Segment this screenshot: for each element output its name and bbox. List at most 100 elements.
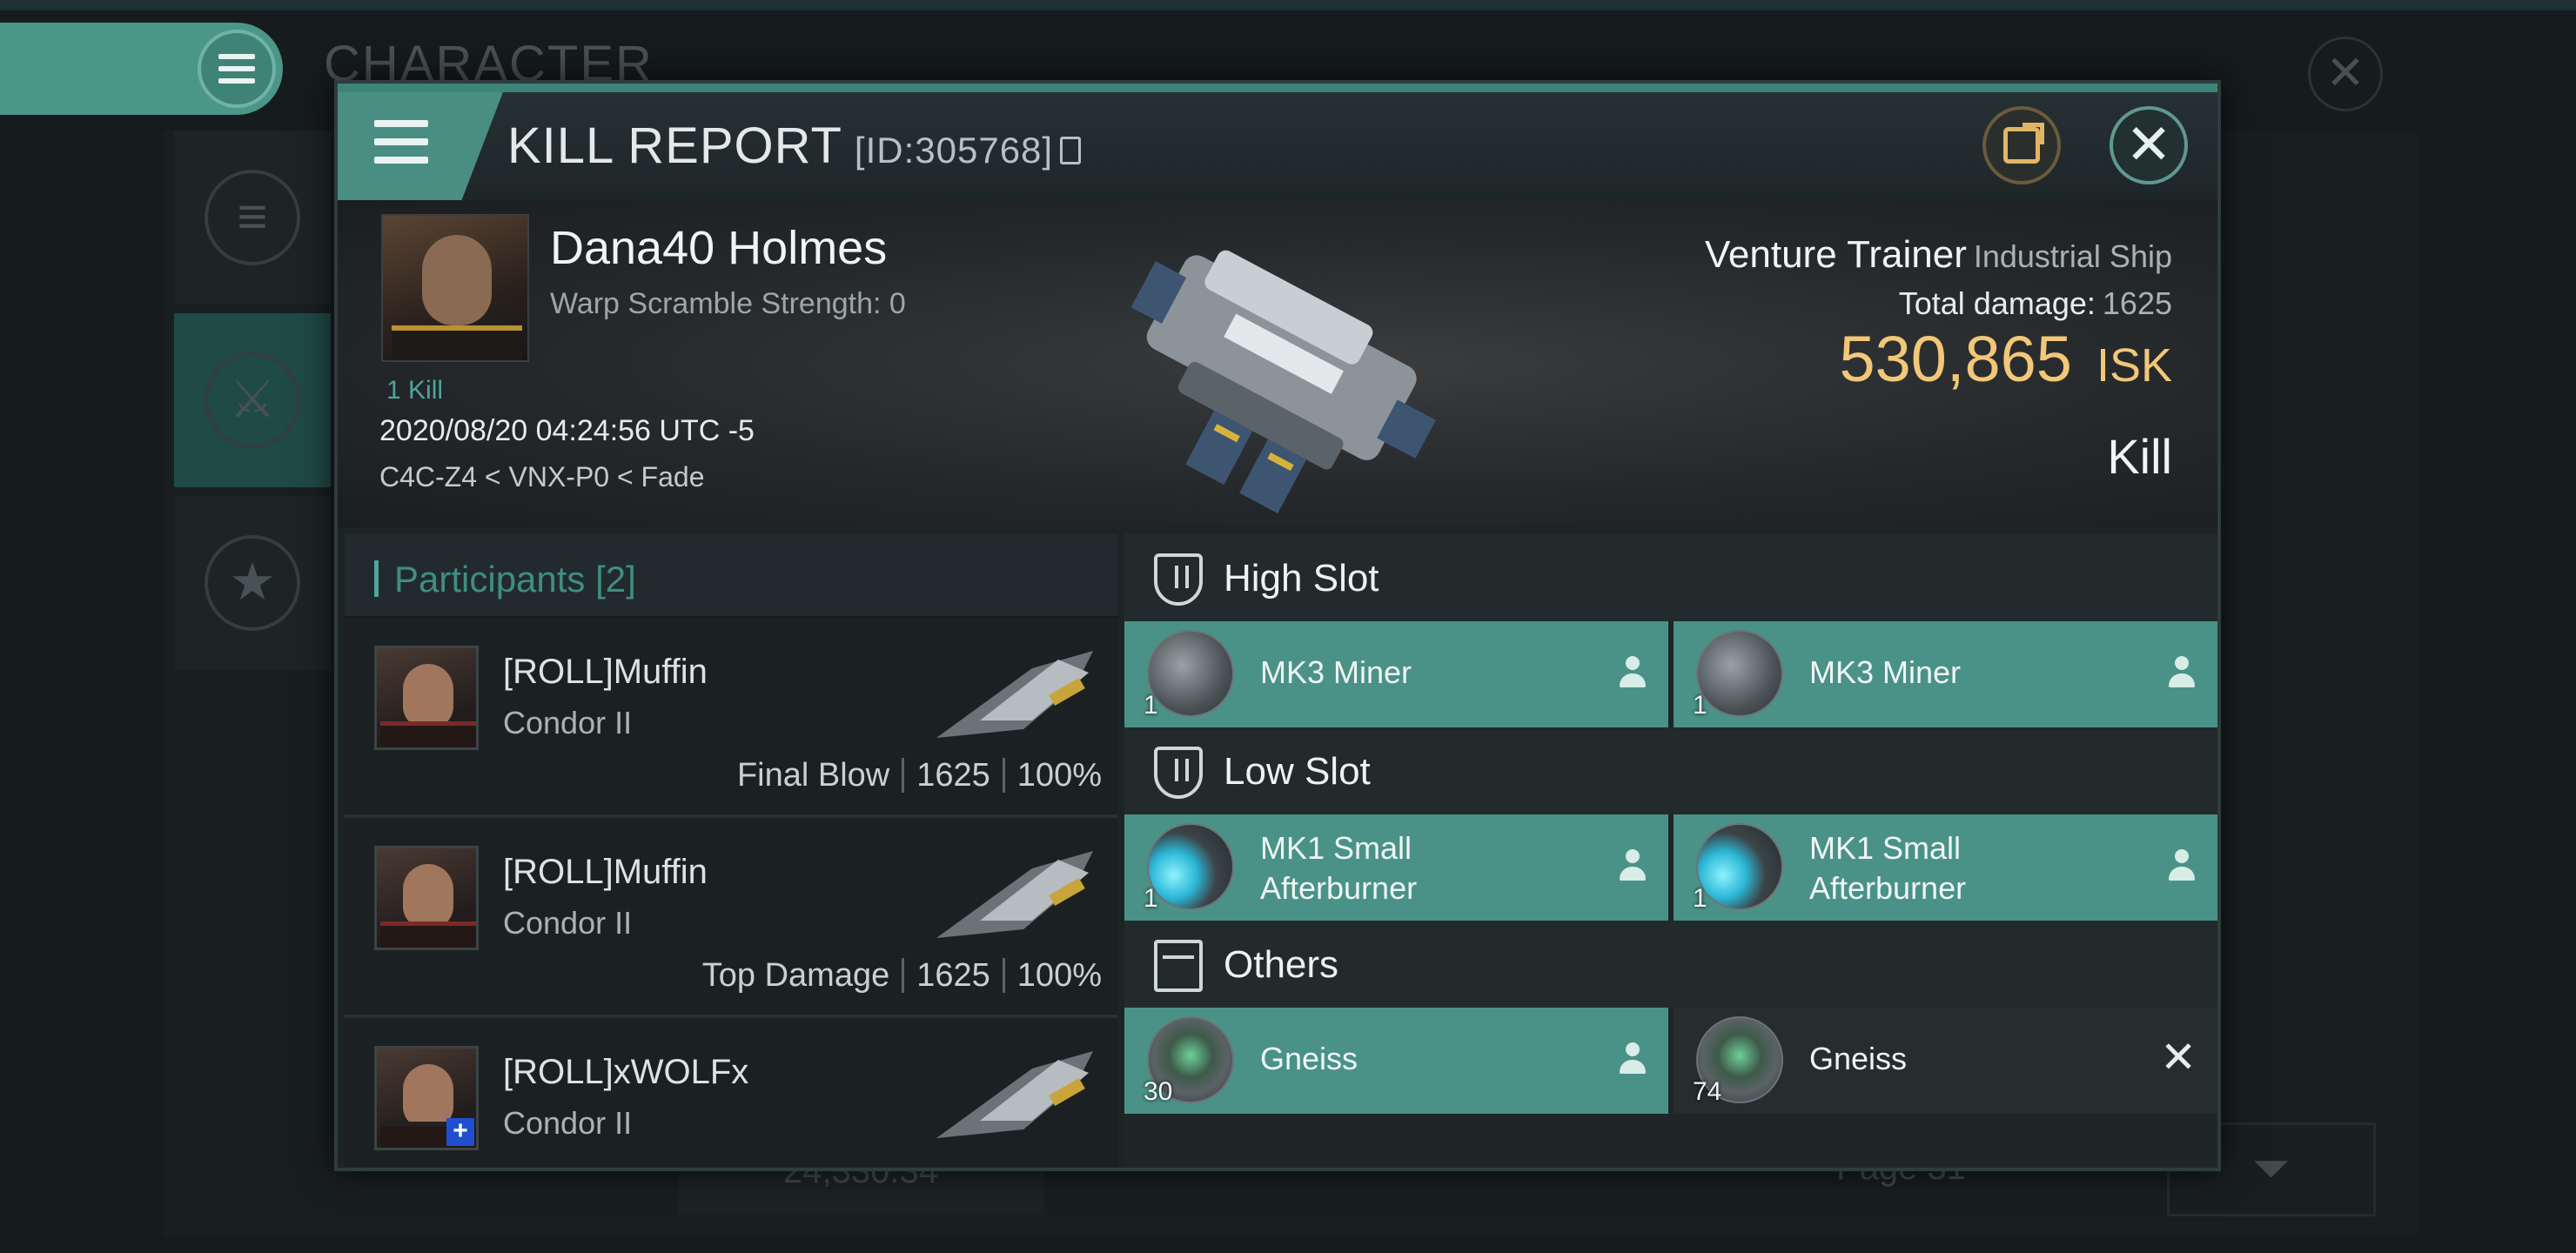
item-name: Gneiss bbox=[1260, 1041, 1358, 1076]
nav-item-list[interactable]: ≡ bbox=[174, 131, 331, 305]
star-icon: ★ bbox=[205, 535, 300, 631]
modal-title-text: KILL REPORT bbox=[507, 117, 842, 174]
hamburger-icon bbox=[374, 120, 428, 164]
low-slot-icon bbox=[1154, 747, 1203, 799]
participant-role: Final Blow bbox=[736, 757, 890, 794]
victim-name: Dana40 Holmes bbox=[550, 222, 888, 274]
participant-ship: Condor II bbox=[503, 705, 633, 740]
victim-banner: Dana40 Holmes Warp Scramble Strength: 0 … bbox=[338, 200, 2217, 527]
top-line bbox=[0, 0, 2576, 10]
participant-name: [ROLL]xWOLFx bbox=[503, 1053, 749, 1091]
fitted-item[interactable]: 1 MK3 Miner bbox=[1124, 621, 1668, 727]
item-quantity: 1 bbox=[1693, 884, 1707, 913]
ship-class: Industrial Ship bbox=[1973, 238, 2172, 274]
participant-row[interactable]: [ROLL]Muffin Condor II Top Damage 1625 100… bbox=[345, 818, 1117, 1018]
person-icon bbox=[1618, 656, 1647, 691]
fitting-panel: High Slot 1 MK3 Miner 1 MK3 Miner Low Sl… bbox=[1124, 534, 2217, 1168]
destroyed-x-icon: ✕ bbox=[2160, 1033, 2197, 1082]
participant-name: [ROLL]Muffin bbox=[503, 653, 708, 691]
nav-item-combat[interactable]: ⚔ bbox=[174, 313, 331, 487]
copy-icon[interactable] bbox=[1060, 137, 1082, 164]
participant-ship: Condor II bbox=[503, 1105, 633, 1141]
close-button[interactable]: ✕ bbox=[2110, 106, 2188, 184]
background-nav: ≡ ⚔ ★ bbox=[174, 131, 331, 679]
hamburger-icon bbox=[218, 54, 255, 84]
list-icon: ≡ bbox=[205, 170, 300, 265]
afterburner-icon bbox=[1147, 823, 1234, 910]
warp-scramble-strength: Warp Scramble Strength: 0 bbox=[550, 287, 906, 320]
participant-percent: 100% bbox=[1016, 757, 1102, 794]
isk-amount: 530,865 bbox=[1839, 323, 2072, 395]
total-damage-value: 1625 bbox=[2102, 285, 2172, 321]
victim-avatar[interactable] bbox=[381, 214, 529, 362]
participant-row[interactable]: [ROLL]Muffin Condor II Final Blow 1625 100… bbox=[345, 618, 1117, 818]
victim-kill-count: 1 Kill bbox=[386, 376, 444, 405]
nav-item-rank[interactable]: ★ bbox=[174, 496, 331, 670]
share-button[interactable] bbox=[1982, 106, 2061, 184]
crossed-swords-icon: ⚔ bbox=[205, 352, 300, 448]
afterburner-icon bbox=[1696, 823, 1783, 910]
participant-avatar[interactable] bbox=[374, 846, 479, 950]
low-slot-header: Low Slot bbox=[1124, 727, 2217, 814]
fitted-item[interactable]: 1 MK1 Small Afterburner bbox=[1124, 814, 1668, 921]
participant-avatar[interactable]: + bbox=[374, 1046, 479, 1150]
cargo-item[interactable]: 30 Gneiss bbox=[1124, 1008, 1668, 1114]
item-name: MK1 Small Afterburner bbox=[1809, 830, 1967, 906]
participant-row[interactable]: + [ROLL]xWOLFx Condor II bbox=[345, 1018, 1117, 1168]
high-slot-label: High Slot bbox=[1224, 557, 1379, 600]
person-icon bbox=[2167, 656, 2197, 691]
item-quantity: 1 bbox=[1693, 691, 1707, 720]
participants-panel: Participants [2] [ROLL]Muffin Condor II … bbox=[345, 534, 1117, 1168]
high-slot-row: 1 MK3 Miner 1 MK3 Miner bbox=[1124, 621, 2217, 727]
report-id: [ID:305768] bbox=[854, 130, 1054, 171]
victim-ship-name: Venture Trainer Industrial Ship bbox=[1705, 233, 2172, 277]
high-slot-header: High Slot bbox=[1124, 534, 2217, 621]
fitted-item[interactable]: 1 MK3 Miner bbox=[1674, 621, 2217, 727]
participants-header: Participants [2] bbox=[345, 534, 1117, 618]
modal-header: KILL REPORT [ID:305768] ✕ bbox=[338, 84, 2217, 200]
isk-unit: ISK bbox=[2096, 339, 2172, 392]
add-contact-icon[interactable]: + bbox=[446, 1118, 474, 1146]
total-damage-label: Total damage: bbox=[1898, 285, 2096, 321]
victim-ship-image bbox=[1130, 250, 1436, 513]
high-slot-icon bbox=[1154, 553, 1203, 606]
participant-ship-image bbox=[936, 1051, 1093, 1138]
low-slot-row: 1 MK1 Small Afterburner 1 MK1 Small Afte… bbox=[1124, 814, 2217, 921]
others-label: Others bbox=[1224, 943, 1339, 986]
participant-damage: 1625 bbox=[916, 957, 990, 994]
main-menu-button[interactable] bbox=[198, 30, 276, 108]
person-icon bbox=[1618, 1042, 1647, 1077]
item-name: MK1 Small Afterburner bbox=[1260, 830, 1418, 906]
cargo-item[interactable]: 74 Gneiss ✕ bbox=[1674, 1008, 2217, 1114]
participants-count: [2] bbox=[595, 559, 636, 600]
miner-icon bbox=[1696, 630, 1783, 717]
participant-avatar[interactable] bbox=[374, 646, 479, 750]
item-quantity: 1 bbox=[1144, 884, 1158, 913]
others-row: 30 Gneiss 74 Gneiss ✕ bbox=[1124, 1008, 2217, 1114]
participant-role: Top Damage bbox=[701, 957, 890, 994]
participant-stats: Final Blow 1625 100% bbox=[737, 757, 1102, 794]
miner-icon bbox=[1147, 630, 1234, 717]
item-quantity: 74 bbox=[1693, 1077, 1722, 1106]
item-name: MK3 Miner bbox=[1809, 654, 1962, 690]
kill-location: C4C-Z4 < VNX-P0 < Fade bbox=[379, 461, 705, 492]
participant-ship-image bbox=[936, 851, 1093, 938]
item-name: Gneiss bbox=[1809, 1041, 1908, 1076]
participant-ship-image bbox=[936, 651, 1093, 738]
participant-stats: Top Damage 1625 100% bbox=[702, 957, 1102, 995]
participant-ship: Condor II bbox=[503, 905, 633, 941]
fitted-item[interactable]: 1 MK1 Small Afterburner bbox=[1674, 814, 2217, 921]
item-quantity: 30 bbox=[1144, 1077, 1173, 1106]
main-menu-pill[interactable] bbox=[0, 23, 283, 115]
person-icon bbox=[1618, 849, 1647, 884]
kill-result-label: Kill bbox=[2107, 429, 2172, 484]
modal-menu-button[interactable] bbox=[338, 92, 503, 200]
isk-value: 530,865 ISK bbox=[1839, 322, 2172, 396]
participant-damage: 1625 bbox=[916, 757, 990, 794]
background-close-button[interactable]: ✕ bbox=[2308, 37, 2383, 111]
kill-report-modal: KILL REPORT [ID:305768] ✕ Dana40 Holmes W… bbox=[334, 80, 2221, 1171]
person-icon bbox=[2167, 849, 2197, 884]
others-header: Others bbox=[1124, 921, 2217, 1008]
ship-name-text: Venture Trainer bbox=[1705, 233, 1967, 276]
item-name: MK3 Miner bbox=[1260, 654, 1412, 690]
